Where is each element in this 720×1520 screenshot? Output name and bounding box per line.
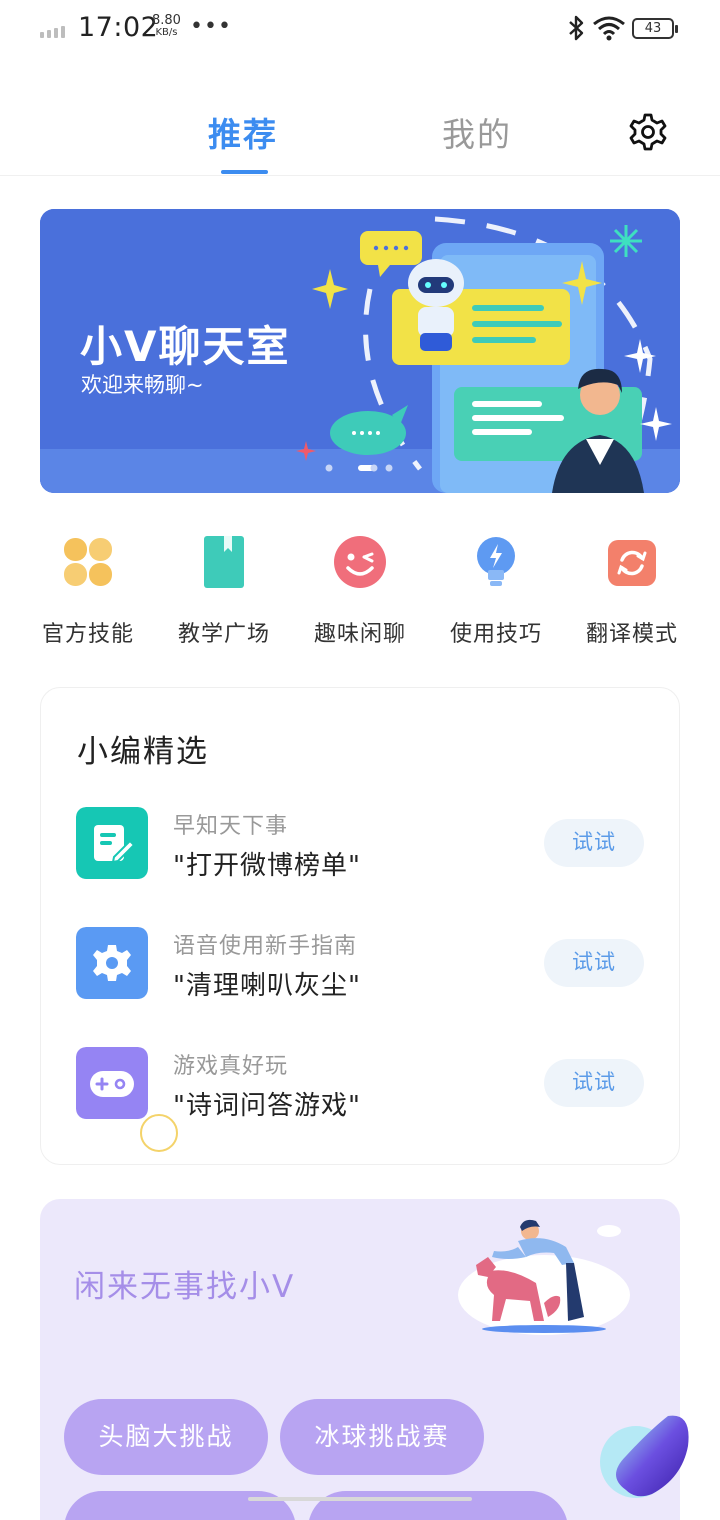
idle-card-title: 闲来无事找小V — [74, 1269, 296, 1305]
wifi-icon — [593, 16, 625, 41]
active-tab-indicator — [221, 170, 268, 174]
pick-command: "诗词问答游戏" — [173, 1091, 361, 1121]
gamepad-icon — [76, 1047, 148, 1119]
banner-subtitle: 欢迎来畅聊~ — [81, 373, 204, 397]
tab-mine[interactable]: 我的 — [442, 108, 512, 156]
pick-category: 游戏真好玩 — [173, 1054, 289, 1079]
pick-item-speaker[interactable]: 语音使用新手指南 "清理喇叭灰尘" 试试 — [41, 927, 681, 1027]
try-button[interactable]: 试试 — [544, 939, 644, 987]
network-speed: 8.80 KB/s — [152, 14, 181, 38]
try-button[interactable]: 试试 — [544, 819, 644, 867]
pick-command: "打开微博榜单" — [173, 851, 361, 881]
shortcut-fun-chat[interactable]: 趣味闲聊 — [295, 530, 425, 648]
battery-indicator: 43 — [632, 18, 678, 39]
chip-more-2[interactable] — [308, 1491, 568, 1520]
settings-gear-icon[interactable] — [626, 110, 670, 154]
chatroom-banner[interactable]: 小V聊天室 欢迎来畅聊~ — [40, 209, 680, 493]
network-speed-unit: KB/s — [155, 27, 178, 38]
person-with-dog-illustration — [458, 1219, 630, 1335]
idle-fun-card: 闲来无事找小V 头脑大挑战 冰球挑战赛 — [40, 1199, 680, 1520]
top-tab-bar: 推荐 我的 — [0, 96, 720, 176]
more-notifications-icon: ••• — [190, 14, 232, 39]
network-speed-value: 8.80 — [152, 13, 181, 28]
touch-indicator — [140, 1114, 178, 1152]
editor-picks-card: 小编精选 早知天下事 "打开微博榜单" 试试 语音使用新手指南 "清理喇叭灰尘"… — [40, 687, 680, 1165]
home-indicator — [248, 1497, 472, 1501]
four-petal-icon — [64, 538, 112, 586]
shortcut-label: 教学广场 — [177, 622, 270, 647]
pick-category: 早知天下事 — [173, 814, 289, 839]
try-button[interactable]: 试试 — [544, 1059, 644, 1107]
status-bar: 17:02 8.80 KB/s ••• 43 — [0, 0, 720, 60]
chip-brain-challenge[interactable]: 头脑大挑战 — [64, 1399, 268, 1475]
banner-title: 小V聊天室 — [80, 322, 291, 371]
signal-icon — [40, 26, 65, 38]
assistant-orb-button[interactable] — [596, 1406, 692, 1502]
shortcut-usage-tips[interactable]: 使用技巧 — [431, 530, 561, 648]
pick-command: "清理喇叭灰尘" — [173, 971, 361, 1001]
wink-face-icon — [334, 536, 386, 588]
shortcut-label: 使用技巧 — [449, 622, 542, 647]
shortcut-label: 趣味闲聊 — [313, 622, 406, 647]
chip-more-1[interactable] — [64, 1491, 296, 1520]
refresh-icon — [608, 540, 656, 586]
tab-recommend[interactable]: 推荐 — [208, 108, 278, 156]
status-time: 17:02 — [78, 12, 159, 43]
editor-picks-title: 小编精选 — [77, 734, 209, 770]
lightbulb-icon — [477, 537, 515, 586]
bluetooth-icon — [569, 15, 584, 41]
chip-hockey-challenge[interactable]: 冰球挑战赛 — [280, 1399, 484, 1475]
pick-item-poetry-game[interactable]: 游戏真好玩 "诗词问答游戏" 试试 — [41, 1047, 681, 1147]
note-edit-icon — [76, 807, 148, 879]
shortcut-official-skills[interactable]: 官方技能 — [23, 530, 153, 648]
pick-item-weibo[interactable]: 早知天下事 "打开微博榜单" 试试 — [41, 807, 681, 907]
shortcut-row: 官方技能 教学广场 趣味闲聊 使用技巧 翻译模式 — [0, 530, 720, 650]
pick-category: 语音使用新手指南 — [173, 934, 358, 959]
shortcut-label: 官方技能 — [41, 622, 134, 647]
gear-icon — [76, 927, 148, 999]
shortcut-translate-mode[interactable]: 翻译模式 — [567, 530, 697, 648]
shortcut-label: 翻译模式 — [585, 622, 678, 647]
shortcut-teaching-square[interactable]: 教学广场 — [159, 530, 289, 648]
book-icon — [204, 536, 244, 588]
